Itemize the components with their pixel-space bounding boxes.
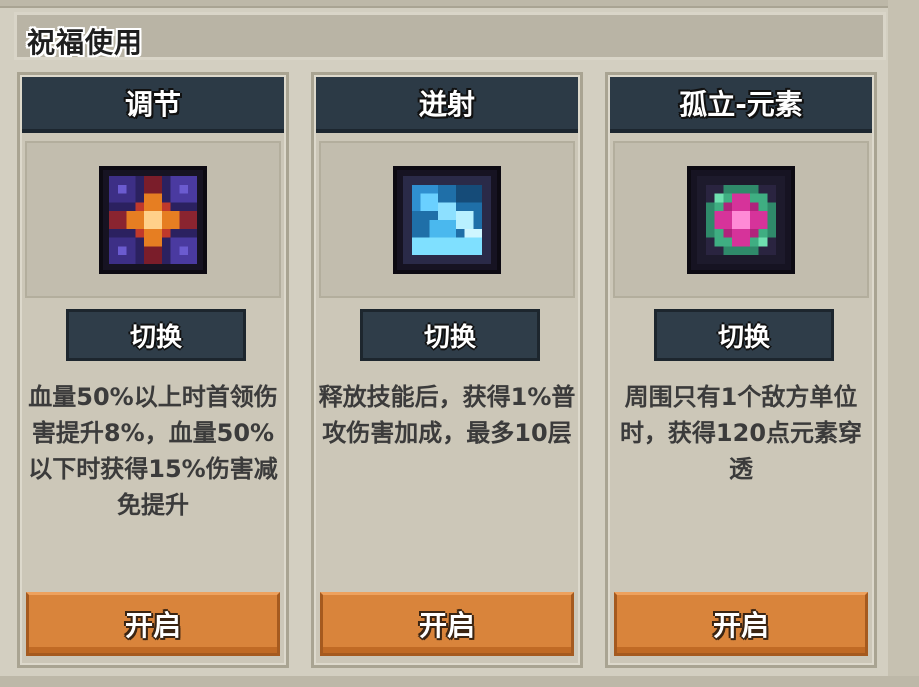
switch-button[interactable]: 切换 <box>360 309 540 361</box>
card-title: 迸射 <box>418 88 475 121</box>
panel-edge <box>888 0 919 687</box>
blessing-panel: 祝福使用 调节 切换 血量50%以上时首领伤害提升8%，血量50%以下时获得15… <box>0 0 919 687</box>
section-header: 祝福使用 <box>14 12 886 60</box>
switch-button[interactable]: 切换 <box>66 309 246 361</box>
open-button-label: 开启 <box>712 609 769 642</box>
open-button[interactable]: 开启 <box>614 592 868 656</box>
icon-panel <box>613 141 869 298</box>
regulate-blessing-icon <box>99 165 207 274</box>
switch-button-label: 切换 <box>717 322 770 353</box>
switch-button[interactable]: 切换 <box>654 309 834 361</box>
blessing-card-burst: 迸射 切换 释放技能后，获得1%普攻伤害加成，最多10层 开启 <box>311 72 583 668</box>
top-divider <box>0 0 919 8</box>
bottom-divider <box>0 676 919 687</box>
icon-panel <box>25 141 281 298</box>
isolation-element-blessing-icon <box>687 165 795 274</box>
card-title-bar: 迸射 <box>316 77 578 133</box>
card-title: 调节 <box>124 88 181 121</box>
open-button-label: 开启 <box>418 609 475 642</box>
open-button[interactable]: 开启 <box>320 592 574 656</box>
card-title: 孤立-元素 <box>679 88 803 121</box>
card-title-bar: 调节 <box>22 77 284 133</box>
open-button-label: 开启 <box>124 609 181 642</box>
card-title-bar: 孤立-元素 <box>610 77 872 133</box>
blessing-description: 周围只有1个敌方单位时，获得120点元素穿透 <box>619 383 863 483</box>
blessing-description: 血量50%以上时首领伤害提升8%，血量50%以下时获得15%伤害减免提升 <box>28 383 278 519</box>
open-button[interactable]: 开启 <box>26 592 280 656</box>
section-title: 祝福使用 <box>27 26 144 59</box>
icon-panel <box>319 141 575 298</box>
blessing-card-regulate: 调节 切换 血量50%以上时首领伤害提升8%，血量50%以下时获得15%伤害减免… <box>17 72 289 668</box>
switch-button-label: 切换 <box>129 322 182 353</box>
burst-blessing-icon <box>393 165 501 274</box>
switch-button-label: 切换 <box>423 322 476 353</box>
blessing-description: 释放技能后，获得1%普攻伤害加成，最多10层 <box>318 383 576 447</box>
blessing-card-isolation-element: 孤立-元素 切换 周围只有1个敌方单位时，获得120点元素穿透 开启 <box>605 72 877 668</box>
